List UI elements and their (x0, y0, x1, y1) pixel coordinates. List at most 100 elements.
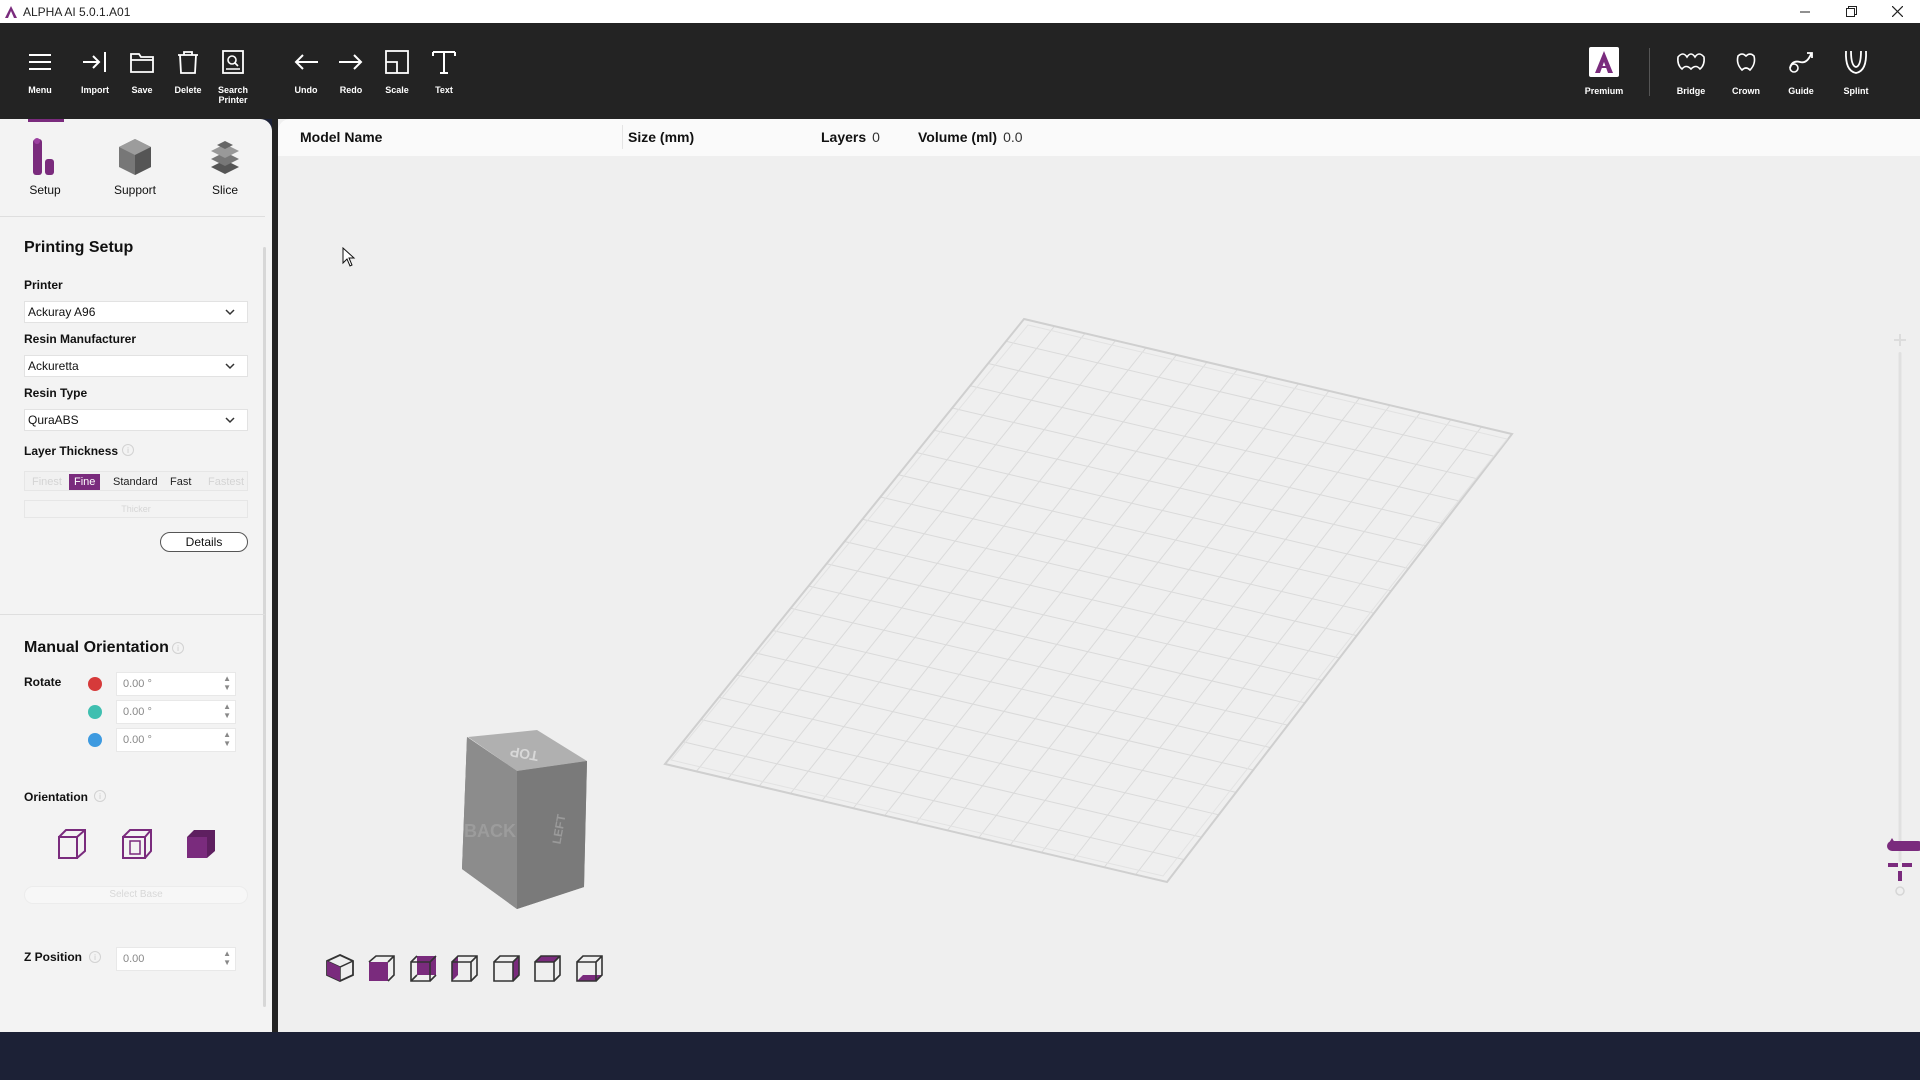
z-axis-dot-icon (88, 733, 102, 747)
grid-line (880, 496, 1375, 614)
resin-manufacturer-select[interactable]: Ackuretta (24, 355, 248, 377)
setup-step-button[interactable]: Setup (10, 137, 80, 197)
close-window-button[interactable] (1874, 0, 1920, 23)
view-cube[interactable]: TOP BACK LEFT (422, 709, 612, 909)
info-icon[interactable]: i (89, 951, 101, 963)
z-position-input[interactable]: 0.00 ▲ ▼ (116, 947, 236, 971)
grid-line (772, 630, 1271, 749)
plus-icon (1894, 334, 1906, 346)
scale-icon (382, 47, 412, 77)
left-view-icon[interactable] (449, 953, 479, 983)
stepper-arrows-icon[interactable]: ▲ ▼ (223, 674, 231, 692)
grid-line (844, 541, 1340, 659)
rotate-x-input[interactable]: 0.00 ° ▲ ▼ (116, 672, 236, 696)
redo-arrow-icon (336, 47, 366, 77)
printer-label: Printer (24, 278, 63, 292)
panel-scrollbar[interactable] (263, 247, 266, 1007)
premium-button[interactable]: Premium (1577, 47, 1631, 96)
top-view-icon[interactable] (532, 953, 562, 983)
window-title: ALPHA AI 5.0.1.A01 (23, 4, 131, 19)
grid-line (987, 363, 1478, 480)
grid-line (970, 385, 1461, 502)
layer-option-fast[interactable]: Fast (165, 474, 196, 490)
orientation-front-icon[interactable] (55, 827, 89, 861)
grid-line (754, 652, 1254, 771)
setup-label: Setup (29, 183, 61, 197)
splint-label: Splint (1843, 86, 1869, 96)
redo-label: Redo (339, 85, 363, 95)
splint-button[interactable]: Splint (1829, 47, 1883, 96)
layer-option-standard[interactable]: Standard (108, 474, 163, 490)
layer-slider-top-handle (1887, 841, 1920, 851)
right-view-icon[interactable] (491, 953, 521, 983)
grid-line (736, 674, 1237, 793)
bridge-button[interactable]: Bridge (1664, 47, 1718, 96)
info-icon[interactable]: i (122, 444, 134, 456)
grid-line (682, 741, 1185, 861)
stepper-arrows-icon[interactable]: ▲ ▼ (223, 730, 231, 748)
search-printer-icon (218, 47, 248, 77)
panel-divider (0, 614, 265, 615)
layer-option-fastest[interactable]: Fastest (203, 474, 249, 490)
layer-slider[interactable] (1880, 330, 1920, 910)
menu-button[interactable]: Menu (13, 47, 67, 95)
stepper-arrows-icon[interactable]: ▲ ▼ (223, 702, 231, 720)
select-base-button[interactable]: Select Base (24, 886, 248, 904)
support-label: Support (113, 183, 157, 197)
view-cube-back-label[interactable]: BACK (464, 821, 516, 841)
printer-select[interactable]: Ackuray A96 (24, 301, 248, 323)
support-icon (119, 139, 151, 175)
restore-button[interactable] (1828, 0, 1874, 23)
layer-option-finest[interactable]: Finest (27, 474, 67, 490)
minimize-button[interactable] (1782, 0, 1828, 23)
delete-label: Delete (174, 85, 202, 95)
grid-line (952, 407, 1444, 525)
details-button[interactable]: Details (160, 532, 248, 552)
import-label: Import (81, 85, 109, 95)
orientation-solid-icon[interactable] (184, 827, 218, 861)
grid-line (718, 696, 1219, 816)
guide-button[interactable]: Guide (1774, 47, 1828, 96)
left-panel: Setup Support Slice Printing Setup Print… (0, 119, 272, 1032)
info-icon[interactable]: i (172, 642, 184, 654)
text-label: Text (435, 85, 453, 95)
premium-logo-icon (1589, 47, 1619, 77)
undo-label: Undo (294, 85, 318, 95)
guide-icon (1786, 47, 1816, 77)
hamburger-icon (25, 47, 55, 77)
import-button[interactable]: Import (68, 47, 122, 95)
support-step-button[interactable]: Support (100, 137, 170, 197)
layer-slider-bottom-handle (1898, 871, 1902, 881)
text-button[interactable]: Text (417, 47, 471, 95)
layer-thickness-description: Thicker (24, 500, 248, 518)
resin-manufacturer-value: Ackuretta (28, 359, 79, 373)
printing-setup-title: Printing Setup (24, 239, 134, 256)
bottom-view-icon[interactable] (574, 953, 604, 983)
chevron-down-icon (225, 363, 235, 370)
bridge-label: Bridge (1676, 86, 1706, 96)
slice-step-button[interactable]: Slice (190, 137, 260, 197)
resin-type-select[interactable]: QuraABS (24, 409, 248, 431)
mouse-cursor-icon (342, 247, 356, 267)
manual-orientation-title: Manual Orientation (24, 639, 169, 656)
front-view-icon[interactable] (366, 953, 396, 983)
app-logo-icon (0, 0, 22, 23)
rotate-y-input[interactable]: 0.00 ° ▲ ▼ (116, 700, 236, 724)
grid-line (808, 585, 1306, 704)
undo-arrow-icon (291, 47, 321, 77)
scale-button[interactable]: Scale (370, 47, 424, 95)
info-icon[interactable]: i (94, 790, 106, 802)
iso-view-icon[interactable] (325, 953, 355, 983)
rotate-y-value: 0.00 ° (123, 706, 152, 718)
grid-line (898, 474, 1392, 592)
orientation-side-icon[interactable] (120, 827, 154, 861)
stepper-arrows-icon[interactable]: ▲ ▼ (223, 949, 231, 967)
rotate-x-value: 0.00 ° (123, 678, 152, 690)
rotate-label: Rotate (24, 675, 62, 689)
back-view-icon[interactable] (408, 953, 438, 983)
3d-viewport[interactable]: Model Name Size (mm) Layers 0 Volume (ml)… (272, 119, 1920, 1032)
rotate-z-input[interactable]: 0.00 ° ▲ ▼ (116, 728, 236, 752)
search-printer-button[interactable]: Search Printer (206, 47, 260, 105)
layer-option-fine[interactable]: Fine (69, 474, 101, 490)
crown-button[interactable]: Crown (1719, 47, 1773, 96)
